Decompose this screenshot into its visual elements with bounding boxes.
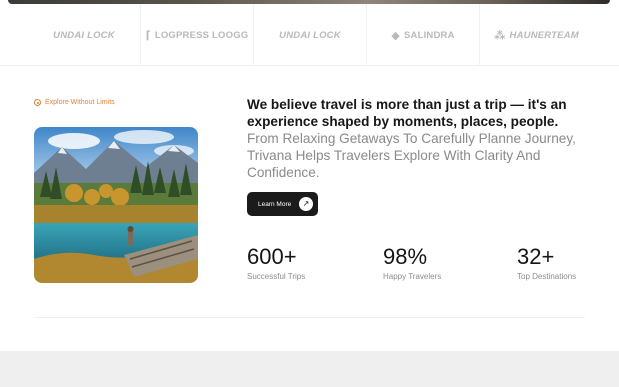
partner-logo-name: UNDAI LOCK <box>53 29 115 41</box>
partner-logo-name: HAUNERTEAM <box>509 29 579 41</box>
lake-photo <box>34 127 198 283</box>
partner-logo: ⌈ LOGPRESS LOOGG <box>141 4 254 66</box>
stat-label: Successful Trips <box>247 272 306 281</box>
target-icon <box>34 99 41 106</box>
stat-value: 98% <box>383 244 428 269</box>
partner-logo: UNDAI LOCK <box>254 4 367 66</box>
stat-label: Top Destinations <box>517 272 577 281</box>
learn-more-button[interactable]: Learn More ↗ <box>247 192 318 216</box>
partner-logo-name: UNDAI LOCK <box>279 29 341 41</box>
stat-label: Happy Travelers <box>383 272 442 281</box>
stat-value: 32+ <box>517 244 555 269</box>
about-headline: We believe travel is more than just a tr… <box>247 97 567 129</box>
partner-logo: ⁂ HAUNERTEAM <box>480 4 593 66</box>
stat-successful-trips: 600+ Successful Trips <box>247 244 305 281</box>
stat-happy-travelers: 98% Happy Travelers <box>383 244 441 281</box>
salindra-icon: ◆ <box>391 29 400 42</box>
partner-logo: UNDAI LOCK <box>28 4 141 66</box>
stat-top-destinations: 32+ Top Destinations <box>517 244 576 281</box>
stat-value: 600+ <box>247 244 297 269</box>
logpress-icon: ⌈ <box>145 29 151 42</box>
haunerteam-icon: ⁂ <box>494 29 506 42</box>
about-description: From Relaxing Getaways To Carefully Plan… <box>247 131 576 180</box>
section-tag-label: Explore Without Limits <box>45 99 115 106</box>
section-divider <box>34 317 585 318</box>
arrow-up-right-icon: ↗ <box>299 197 313 211</box>
partner-logo-name: LOGPRESS LOOGG <box>154 29 249 41</box>
next-section-band <box>0 351 619 387</box>
partner-logos-row: UNDAI LOCK ⌈ LOGPRESS LOOGG UNDAI LOCK ◆… <box>0 4 619 66</box>
learn-more-label: Learn More <box>258 200 292 208</box>
section-tag: Explore Without Limits <box>34 99 115 106</box>
partner-logo-name: SALINDRA <box>403 29 455 41</box>
partner-logo: ◆ SALINDRA <box>367 4 480 66</box>
